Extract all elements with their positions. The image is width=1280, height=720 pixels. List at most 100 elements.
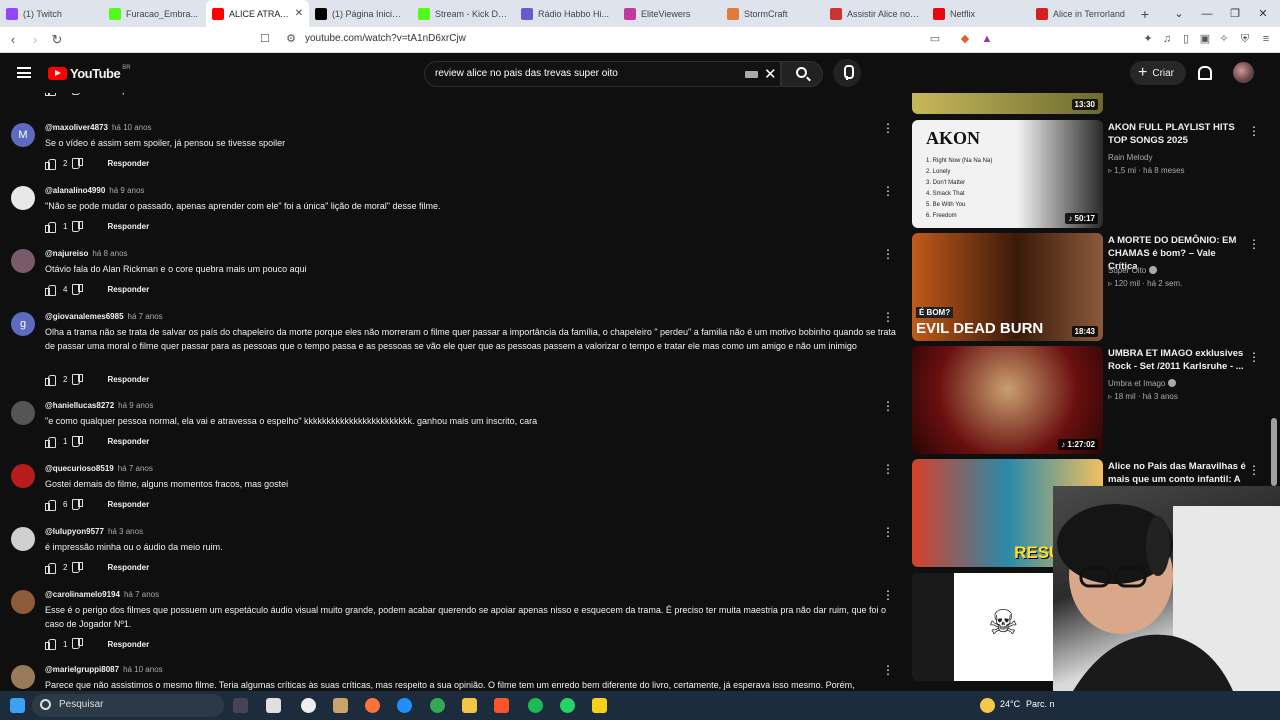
browser-tab[interactable]: Netflix	[927, 0, 1030, 27]
youtube-logo[interactable]: YouTube BR	[48, 65, 131, 81]
comment-username[interactable]: @carolinamelo9194	[45, 590, 120, 599]
browser-tab[interactable]: Alice in Terrorland	[1030, 0, 1133, 27]
channel-name[interactable]: Umbra et Imago	[1108, 379, 1177, 388]
reply-button[interactable]: Responder	[107, 93, 149, 95]
browser-tab[interactable]: (1) Twitch	[0, 0, 103, 27]
like-icon[interactable]	[45, 221, 56, 233]
video-more-options-icon[interactable]: ⋮	[1248, 463, 1260, 477]
forward-icon[interactable]: ›	[24, 32, 46, 47]
channel-name[interactable]: Super Oito	[1108, 266, 1158, 275]
tab-list-chevron-icon[interactable]: ⌄	[1165, 0, 1193, 27]
dislike-icon[interactable]	[73, 222, 83, 232]
search-input[interactable]: review alice no pais das trevas super oi…	[435, 68, 618, 79]
app-icon-1[interactable]	[301, 698, 316, 713]
create-button[interactable]: + Criar	[1130, 61, 1186, 85]
comment-timestamp[interactable]: há 7 anos	[118, 464, 153, 473]
dislike-icon[interactable]	[73, 437, 83, 447]
dislike-icon[interactable]	[73, 563, 83, 573]
comment-more-options-icon[interactable]: ⋮	[882, 663, 894, 677]
recommended-video[interactable]: ♪ 1:27:02 UMBRA ET IMAGO exklusives Rock …	[912, 346, 1280, 456]
recommended-video[interactable]: EVIL DEAD BURN É BOM? 18:43 A MORTE DO DEMÔ…	[912, 233, 1280, 343]
video-title[interactable]: AKON FULL PLAYLIST HITS TOP SONGS 2025	[1108, 121, 1246, 147]
sidebar-toggle-icon[interactable]: ▯	[1179, 32, 1193, 46]
wallet-icon[interactable]: ▣	[1198, 32, 1212, 46]
reply-button[interactable]: Responder	[107, 500, 149, 509]
search-box[interactable]: review alice no pais das trevas super oi…	[424, 61, 781, 87]
reply-button[interactable]: Responder	[107, 375, 149, 384]
commenter-avatar[interactable]	[11, 527, 35, 551]
site-info-icon[interactable]: ⚙	[284, 32, 298, 46]
reply-button[interactable]: Responder	[107, 563, 149, 572]
brave-icon[interactable]	[494, 698, 509, 713]
video-thumbnail[interactable]: 13:30	[912, 93, 1103, 114]
reply-button[interactable]: Responder	[107, 437, 149, 446]
comment-author[interactable]: @marielgruppi8087 há 10 anos	[45, 665, 163, 674]
browser-tab[interactable]: (1) Página Inicial / X	[309, 0, 412, 27]
close-window-button[interactable]: ✕	[1249, 0, 1277, 27]
reload-icon[interactable]: ↻	[46, 32, 68, 48]
comment-username[interactable]: @giovanalemes6985	[45, 312, 124, 321]
comment-author[interactable]: @najureiso há 8 anos	[45, 249, 128, 258]
like-icon[interactable]	[45, 93, 56, 96]
comment-author[interactable]: @carolinamelo9194 há 7 anos	[45, 590, 159, 599]
comment-timestamp[interactable]: há 7 anos	[124, 590, 159, 599]
browser-tab[interactable]: StormCraft	[721, 0, 824, 27]
commenter-avatar[interactable]	[11, 249, 35, 273]
comment-more-options-icon[interactable]: ⋮	[882, 399, 894, 413]
hamburger-menu-icon[interactable]	[17, 67, 31, 78]
edge-icon[interactable]	[397, 698, 412, 713]
comment-more-options-icon[interactable]: ⋮	[882, 184, 894, 198]
dislike-icon[interactable]	[73, 93, 83, 95]
recommended-video[interactable]: AKON 1. Right Now (Na Na Na) 2. Lonely 3. D…	[912, 120, 1280, 230]
app-icon-2[interactable]	[333, 698, 348, 713]
comment-author[interactable]: @lulupyon9577 há 3 anos	[45, 527, 143, 536]
windows-start-icon[interactable]	[10, 698, 25, 713]
comment-timestamp[interactable]: há 9 anos	[118, 401, 153, 410]
account-avatar[interactable]	[1233, 62, 1254, 83]
comment-more-options-icon[interactable]: ⋮	[882, 310, 894, 324]
browser-tab[interactable]: Stream - Kick Dash...	[412, 0, 515, 27]
dislike-icon[interactable]	[73, 285, 83, 295]
firefox-icon[interactable]	[365, 698, 380, 713]
comment-timestamp[interactable]: há 10 anos	[123, 665, 163, 674]
commenter-avatar[interactable]: M	[11, 123, 35, 147]
dislike-icon[interactable]	[73, 375, 83, 385]
comment-more-options-icon[interactable]: ⋮	[882, 121, 894, 135]
comment-more-options-icon[interactable]: ⋮	[882, 462, 894, 476]
cast-icon[interactable]: ▭	[928, 32, 942, 46]
like-icon[interactable]	[45, 562, 56, 574]
dislike-icon[interactable]	[73, 639, 83, 649]
comment-username[interactable]: @haniellucas8272	[45, 401, 114, 410]
reply-button[interactable]: Responder	[107, 640, 149, 649]
task-view-icon[interactable]	[233, 698, 248, 713]
reply-button[interactable]: Responder	[107, 159, 149, 168]
commenter-avatar[interactable]: g	[11, 312, 35, 336]
video-more-options-icon[interactable]: ⋮	[1248, 350, 1260, 364]
commenter-avatar[interactable]	[11, 590, 35, 614]
dislike-icon[interactable]	[73, 159, 83, 169]
tab-close-icon[interactable]: ✕	[291, 8, 303, 19]
new-tab-icon[interactable]: +	[1133, 6, 1157, 22]
voice-search-icon[interactable]	[833, 59, 861, 87]
bookmark-icon[interactable]: ☐	[258, 32, 272, 46]
url-field[interactable]: youtube.com/watch?v=tA1nD6xrCjw	[305, 33, 466, 44]
brave-shield-icon[interactable]: ◆	[958, 32, 972, 46]
like-icon[interactable]	[45, 499, 56, 511]
browser-tab[interactable]: EliteViewers	[618, 0, 721, 27]
commenter-avatar[interactable]	[11, 464, 35, 488]
like-icon[interactable]	[45, 374, 56, 386]
media-icon[interactable]: ♫	[1160, 32, 1174, 46]
video-thumbnail[interactable]: ♪ 1:27:02	[912, 346, 1103, 454]
commenter-avatar[interactable]	[11, 186, 35, 210]
comment-more-options-icon[interactable]: ⋮	[882, 525, 894, 539]
commenter-avatar[interactable]	[11, 401, 35, 425]
video-more-options-icon[interactable]: ⋮	[1248, 237, 1260, 251]
spotify-icon[interactable]	[528, 698, 543, 713]
page-scrollbar[interactable]	[1271, 418, 1277, 486]
comment-timestamp[interactable]: há 7 anos	[128, 312, 163, 321]
whatsapp-icon[interactable]	[560, 698, 575, 713]
comment-timestamp[interactable]: há 3 anos	[108, 527, 143, 536]
notifications-bell-icon[interactable]	[1197, 64, 1212, 80]
minimize-button[interactable]: —	[1193, 0, 1221, 27]
keyboard-icon[interactable]	[745, 71, 758, 78]
